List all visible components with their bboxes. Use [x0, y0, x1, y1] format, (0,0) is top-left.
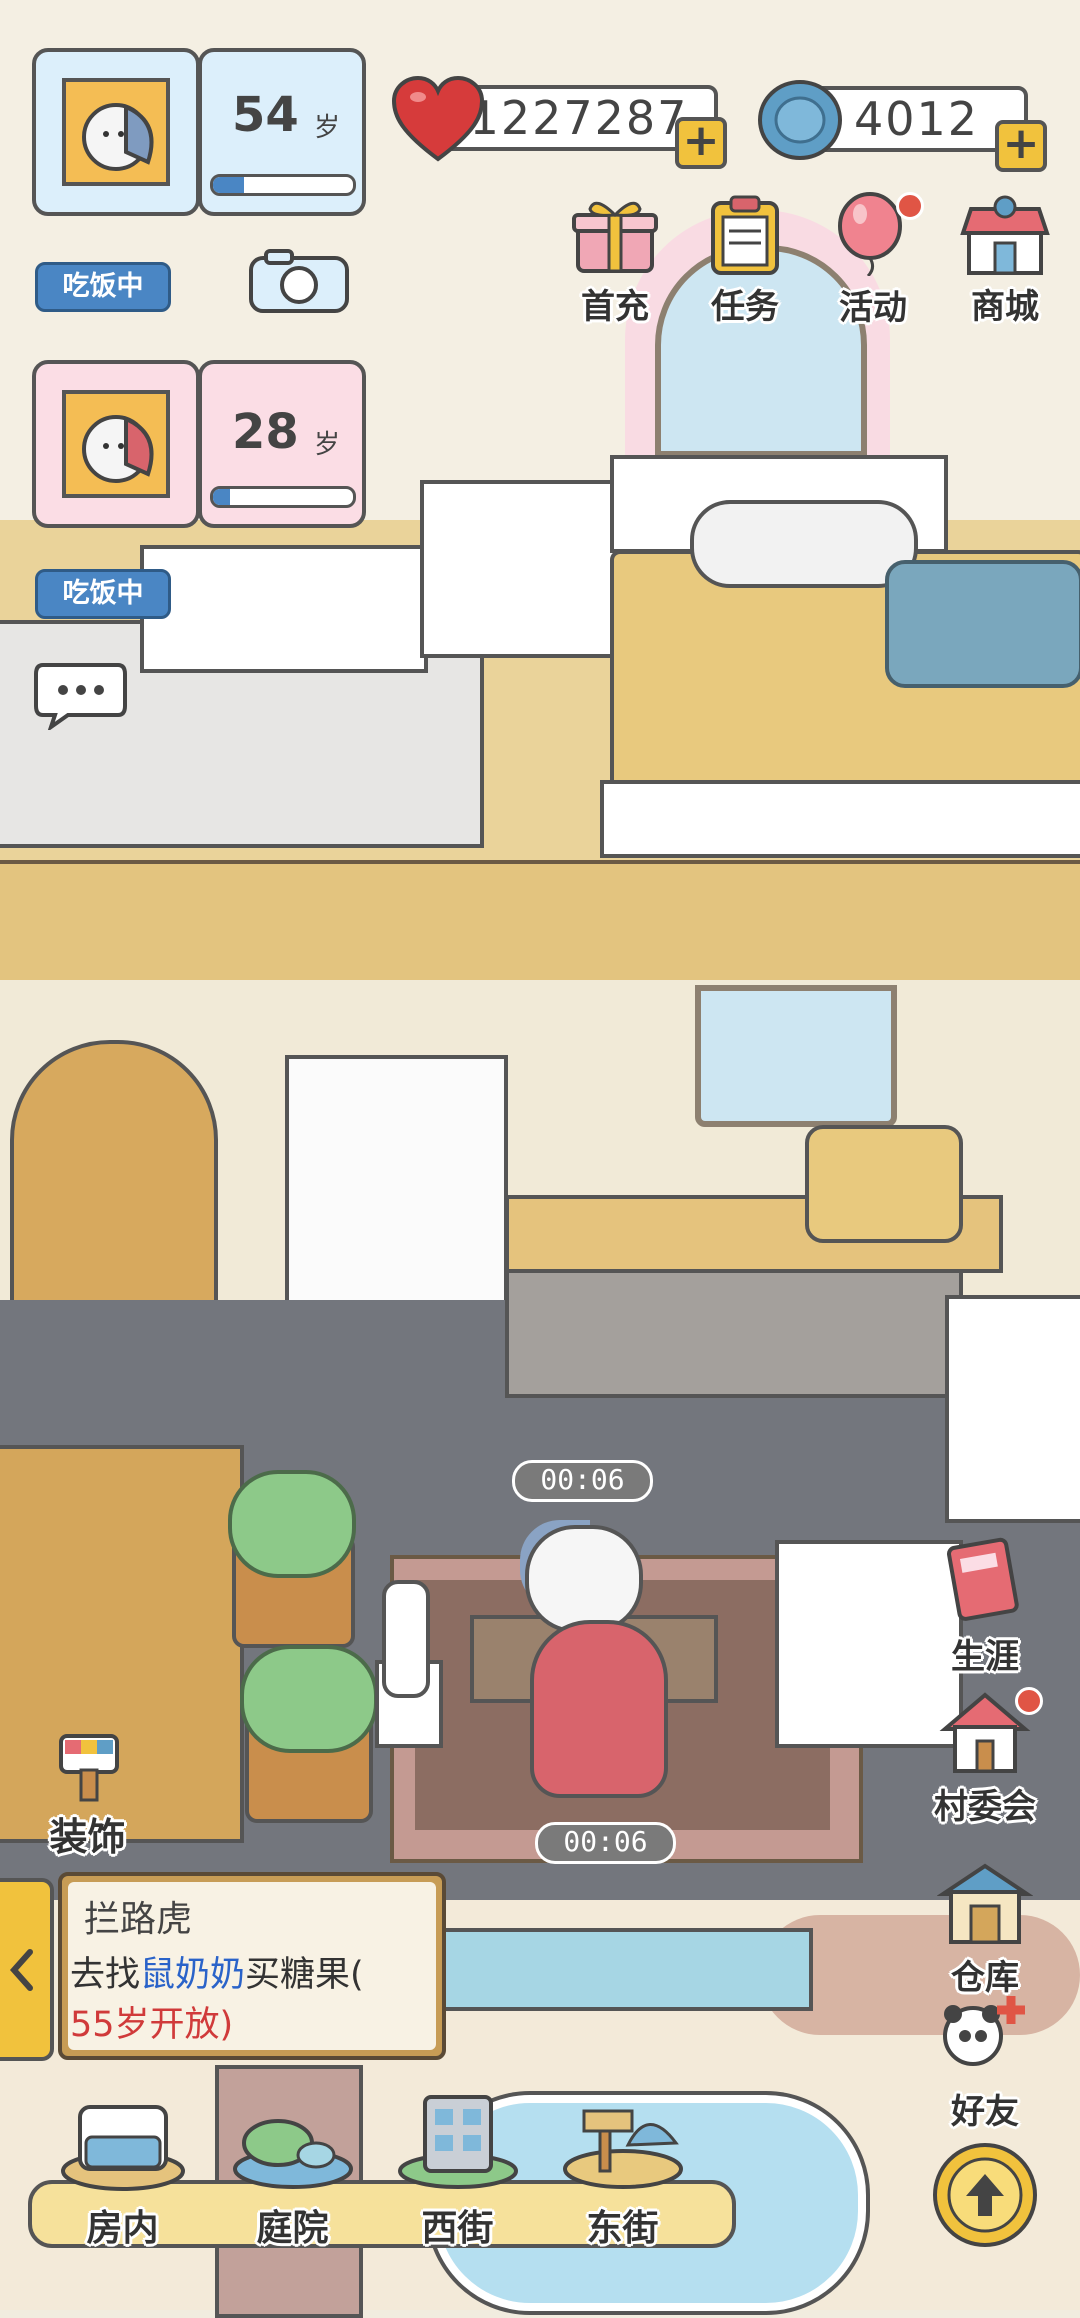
- side-menu-label: 生涯: [951, 1637, 1019, 1677]
- pet-status-badge: 吃饭中: [35, 569, 171, 619]
- quest-desc-text: 买糖果(: [245, 1955, 364, 1995]
- bottom-nav-label: 庭院: [256, 2208, 329, 2249]
- west-street-building-icon: [397, 2095, 518, 2189]
- camera-button[interactable]: [248, 248, 350, 314]
- quest-unlock-requirement: 55岁开放): [70, 2005, 234, 2045]
- scroll-up-button[interactable]: [930, 2140, 1040, 2250]
- hedgehog-character-strawberry[interactable]: [530, 1620, 668, 1798]
- hedgehog-character[interactable]: [525, 1525, 643, 1633]
- quest-panel[interactable]: 拦路虎 去找鼠奶奶买糖果( 55岁开放): [58, 1872, 446, 2060]
- camera-icon: [249, 249, 349, 313]
- plant: [240, 1645, 378, 1753]
- hedgehog-avatar-icon: [62, 390, 170, 498]
- arrow-up-icon: [933, 2143, 1037, 2247]
- side-menu-career[interactable]: 生涯: [920, 1535, 1050, 1677]
- top-menu-first-recharge[interactable]: 首充: [560, 195, 670, 327]
- pet-age-unit: 岁: [314, 430, 341, 460]
- bed-icon: [60, 2105, 185, 2191]
- side-menu-label: 好友: [951, 2092, 1019, 2132]
- hearts-add-button[interactable]: +: [675, 117, 727, 169]
- garden-icon: [232, 2119, 353, 2189]
- glass-wall: [400, 1928, 813, 2011]
- shop-icon: [960, 195, 1050, 275]
- wooden-door[interactable]: [10, 1040, 218, 1328]
- upper-floor-edge: [0, 860, 1080, 988]
- lower-window: [695, 985, 897, 1127]
- pillow: [690, 500, 918, 588]
- pet-status-badge: 吃饭中: [35, 262, 171, 312]
- top-menu-label: 商城: [971, 287, 1039, 327]
- activity-timer: 00:06: [535, 1822, 676, 1864]
- plant: [228, 1470, 356, 1578]
- pet-age: 28: [232, 404, 299, 460]
- hearts-counter[interactable]: 1227287 +: [390, 75, 735, 169]
- heart-icon: [390, 75, 486, 165]
- quest-collapse-button[interactable]: [0, 1878, 54, 2061]
- top-menu-label: 任务: [711, 287, 779, 327]
- quest-npc-name: 鼠奶奶: [140, 1955, 246, 1995]
- diary-book-icon: [946, 1537, 1019, 1621]
- side-menu-label: 村委会: [934, 1787, 1036, 1827]
- paint-palette-icon: [58, 1734, 119, 1802]
- bottom-nav-indoor[interactable]: 房内: [40, 2085, 205, 2295]
- bottom-nav-label: 西街: [421, 2208, 494, 2249]
- white-cabinet: [945, 1295, 1080, 1523]
- pet-card-1[interactable]: 54 岁: [32, 48, 366, 218]
- age-progress-bar: [210, 486, 356, 508]
- top-menu-label: 首充: [581, 287, 649, 327]
- quest-title: 拦路虎: [84, 1899, 193, 1940]
- stone-wall: [505, 1260, 963, 1398]
- bed-drawers: [600, 780, 1080, 858]
- coin-icon: [755, 78, 845, 163]
- quest-description: 去找鼠奶奶买糖果(: [70, 1946, 440, 1997]
- pet-portrait-frame: [32, 360, 200, 528]
- top-menu-tasks[interactable]: 任务: [690, 195, 800, 327]
- side-menu-warehouse[interactable]: 仓库: [920, 1860, 1050, 2000]
- activity-timer: 00:06: [512, 1460, 653, 1502]
- friends-panda-icon: [943, 1996, 1025, 2066]
- flower-vase: [382, 1580, 430, 1698]
- bottom-nav-label: 东街: [586, 2208, 659, 2249]
- pet-card-2[interactable]: 28 岁: [32, 360, 366, 530]
- side-menu-friends[interactable]: 好友: [920, 1990, 1050, 2132]
- bottom-nav-west-street[interactable]: 西街: [375, 2085, 540, 2295]
- coins-add-button[interactable]: +: [995, 120, 1047, 172]
- pet-age-unit: 岁: [314, 113, 341, 143]
- top-menu-label: 活动: [839, 288, 907, 328]
- chevron-left-icon: [9, 1949, 33, 1991]
- folded-towel: [805, 1125, 963, 1243]
- folded-blanket: [885, 560, 1080, 688]
- decorate-button[interactable]: 装饰: [30, 1730, 145, 1860]
- age-progress-bar: [210, 174, 356, 196]
- pet-age-panel: 54 岁: [198, 48, 366, 216]
- gift-icon: [572, 201, 658, 273]
- white-table[interactable]: [140, 545, 428, 673]
- speech-bubble-icon: [34, 663, 127, 733]
- quest-desc-text: 去找: [70, 1955, 141, 1995]
- top-menu-shop[interactable]: 商城: [950, 195, 1060, 327]
- chat-button[interactable]: [33, 660, 128, 733]
- age-progress-fill: [213, 489, 230, 505]
- notification-dot: [896, 192, 924, 220]
- pet-portrait-frame: [32, 48, 200, 216]
- clipboard-icon: [711, 195, 779, 275]
- pet-age: 54: [232, 87, 299, 143]
- warehouse-icon: [936, 1863, 1034, 1944]
- side-menu-village-committee[interactable]: 村委会: [905, 1685, 1065, 1830]
- east-street-sign-icon: [562, 2109, 683, 2189]
- age-progress-fill: [213, 177, 244, 193]
- pet-age-panel: 28 岁: [198, 360, 366, 528]
- hedgehog-avatar-icon: [62, 78, 170, 186]
- coins-counter[interactable]: 4012 +: [755, 78, 1047, 172]
- bottom-nav-garden[interactable]: 庭院: [210, 2085, 375, 2295]
- notification-dot: [1015, 1687, 1043, 1715]
- top-menu-events[interactable]: 活动: [818, 188, 928, 328]
- nightstand[interactable]: [420, 480, 618, 658]
- bottom-nav-label: 房内: [86, 2208, 159, 2249]
- decorate-label: 装饰: [49, 1815, 126, 1859]
- bottom-nav-east-street[interactable]: 东街: [540, 2085, 705, 2295]
